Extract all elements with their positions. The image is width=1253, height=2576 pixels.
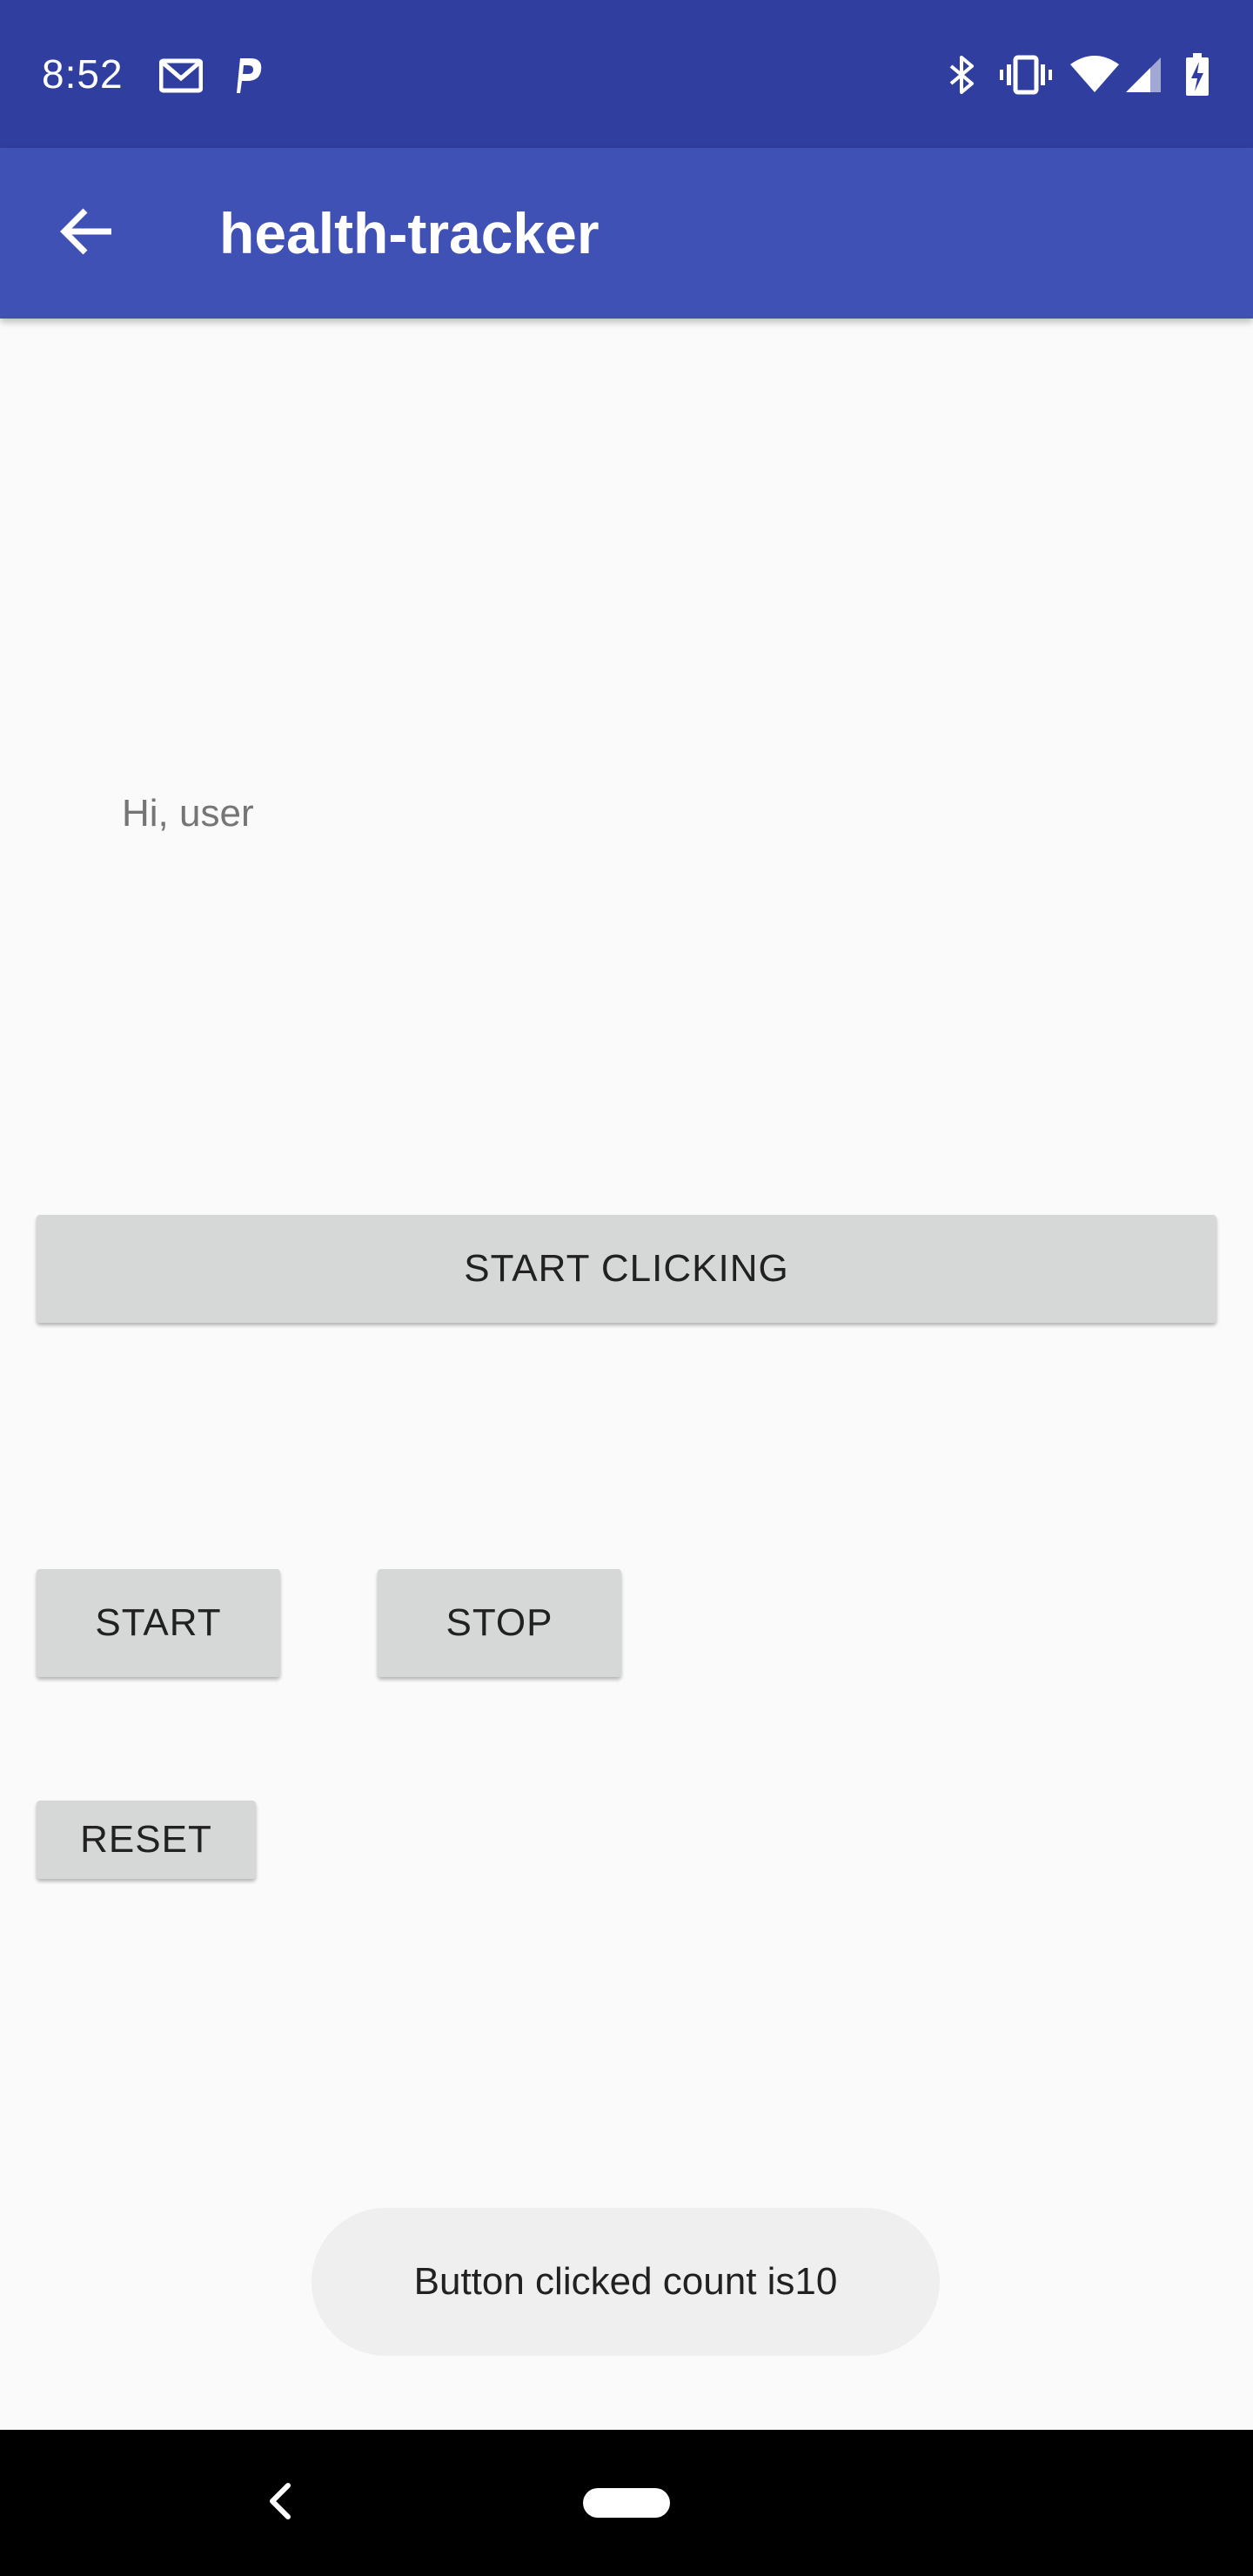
back-button[interactable]	[42, 188, 132, 278]
status-bar: 8:52	[0, 0, 1253, 148]
reset-button[interactable]: RESET	[37, 1801, 256, 1879]
stop-button[interactable]: STOP	[378, 1569, 621, 1677]
toast-message: Button clicked count is10	[312, 2208, 940, 2356]
battery-charging-icon	[1180, 50, 1215, 99]
navigation-bar	[0, 2430, 1253, 2576]
start-clicking-button[interactable]: START CLICKING	[37, 1215, 1216, 1323]
nav-back-icon	[267, 2482, 293, 2525]
bluetooth-icon	[943, 50, 982, 99]
app-title: health-tracker	[219, 201, 600, 265]
wifi-icon	[1069, 50, 1121, 99]
vibrate-icon	[999, 50, 1053, 99]
greeting-text: Hi, user	[122, 792, 254, 835]
status-time: 8:52	[42, 51, 124, 97]
app-bar: health-tracker	[0, 148, 1253, 319]
gmail-icon	[157, 50, 205, 99]
cell-signal-icon	[1122, 50, 1164, 99]
arrow-back-icon	[59, 207, 115, 260]
nav-back-button[interactable]	[249, 2472, 312, 2534]
start-button[interactable]: START	[37, 1569, 280, 1677]
nav-home-pill-icon[interactable]	[583, 2488, 670, 2518]
app-screen: 8:52 health-tracker Hi, user START CLICK…	[0, 0, 1253, 2576]
parking-app-icon	[228, 50, 268, 99]
